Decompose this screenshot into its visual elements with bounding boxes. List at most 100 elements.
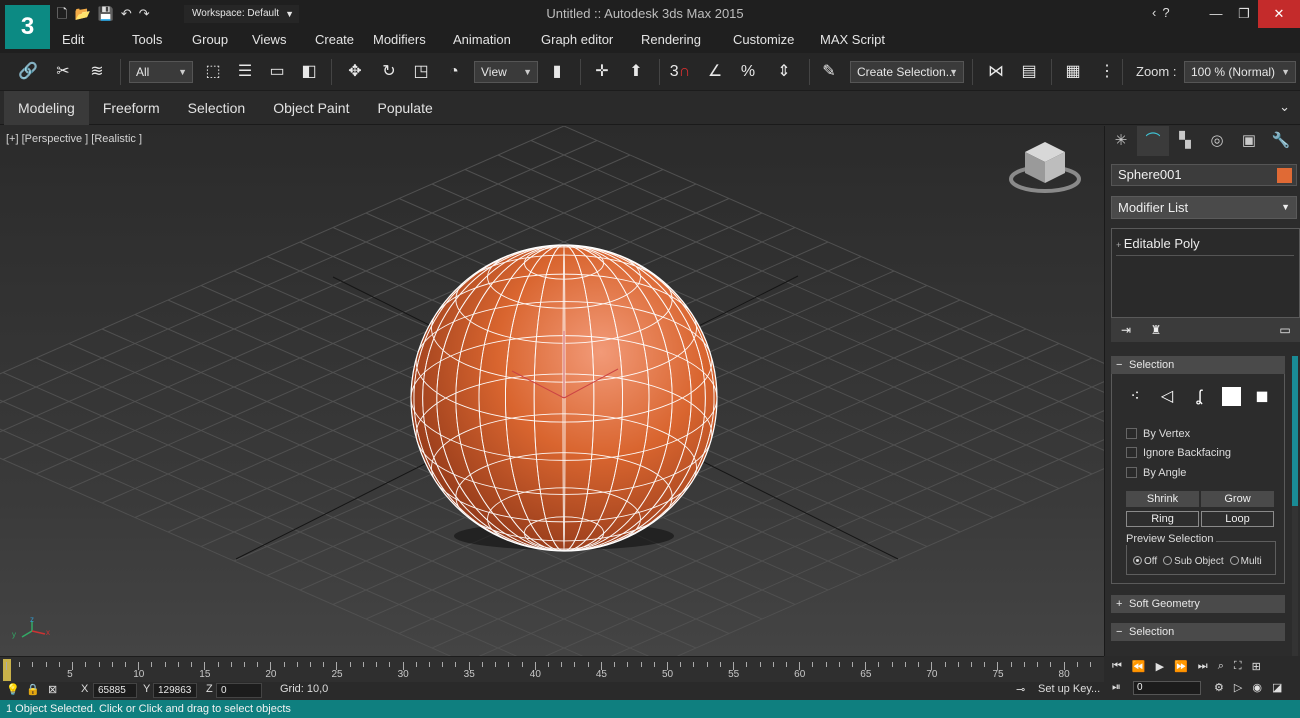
soft-geometry-rollout-header[interactable]: + Soft Geometry bbox=[1111, 595, 1285, 613]
stack-item-editable-poly[interactable]: + Editable Poly bbox=[1116, 236, 1294, 256]
layer-explorer-icon[interactable]: ▦ bbox=[1062, 61, 1084, 83]
pin-stack-icon[interactable]: ⇥ bbox=[1111, 318, 1141, 342]
mirror-icon[interactable]: ⋈ bbox=[985, 61, 1007, 83]
viewport-label[interactable]: [+] [Perspective ] [Realistic ] bbox=[6, 133, 142, 145]
selection-rollout-header-2[interactable]: − Selection bbox=[1111, 623, 1285, 641]
display-tab-icon[interactable]: ▣ bbox=[1233, 126, 1265, 156]
go-to-start-icon[interactable]: ⏮ bbox=[1112, 660, 1122, 673]
keyboard-shortcut-override-icon[interactable]: ⬆ bbox=[625, 61, 647, 83]
snaps-toggle-icon[interactable]: 3∩ bbox=[669, 61, 691, 83]
maximize-viewport-icon[interactable]: ⊞ bbox=[1252, 660, 1261, 673]
menu-modifiers[interactable]: Modifiers bbox=[373, 32, 453, 47]
link-icon[interactable]: 🔗 bbox=[17, 61, 39, 83]
ribbon-collapse-icon[interactable]: ⌄ bbox=[1279, 99, 1290, 115]
time-config-icon[interactable]: ⚙ bbox=[1214, 681, 1224, 694]
tab-populate[interactable]: Populate bbox=[363, 91, 446, 125]
select-manipulate-icon[interactable]: ✛ bbox=[591, 61, 613, 83]
pan-icon[interactable]: ◪ bbox=[1272, 681, 1282, 694]
show-end-result-icon[interactable]: ♜ bbox=[1141, 318, 1171, 342]
polygon-icon[interactable] bbox=[1222, 387, 1241, 406]
key-mode-icon[interactable]: ⏯ bbox=[1112, 681, 1121, 694]
orbit-icon[interactable]: ◉ bbox=[1252, 681, 1262, 694]
open-file-icon[interactable]: 📂 bbox=[74, 6, 90, 22]
element-icon[interactable]: ◼ bbox=[1251, 386, 1273, 408]
minimize-button[interactable]: — bbox=[1202, 0, 1230, 28]
undo-icon[interactable]: ↶ bbox=[121, 6, 132, 22]
utilities-tab-icon[interactable]: 🔧 bbox=[1265, 126, 1297, 156]
tab-object-paint[interactable]: Object Paint bbox=[259, 91, 363, 125]
reference-coordinate-dropdown[interactable]: View ▼ bbox=[474, 61, 538, 83]
new-file-icon[interactable]: 🗋 bbox=[57, 6, 67, 22]
menu-views[interactable]: Views bbox=[252, 32, 315, 47]
move-icon[interactable]: ✥ bbox=[344, 61, 366, 83]
zoom-extents-icon[interactable]: ⌕ bbox=[1218, 660, 1224, 673]
close-button[interactable]: ✕ bbox=[1258, 0, 1300, 28]
object-color-swatch[interactable] bbox=[1277, 168, 1292, 183]
window-crossing-icon[interactable]: ◧ bbox=[298, 61, 320, 83]
scrollbar-thumb[interactable] bbox=[1292, 356, 1298, 506]
save-icon[interactable]: 💾 bbox=[98, 6, 114, 22]
lightbulb-icon[interactable]: 💡 bbox=[6, 683, 20, 696]
play-icon[interactable]: ▶ bbox=[1156, 660, 1164, 673]
menu-create[interactable]: Create bbox=[315, 32, 373, 47]
place-icon[interactable]: ◔ bbox=[443, 61, 465, 83]
back-icon[interactable]: ‹ bbox=[1152, 5, 1156, 20]
bind-space-warp-icon[interactable]: ≋ bbox=[86, 61, 108, 83]
configure-modifier-sets-icon[interactable]: ▭ bbox=[1270, 318, 1300, 342]
rotate-icon[interactable]: ↻ bbox=[378, 61, 400, 83]
x-coordinate-field[interactable]: 65885 bbox=[93, 683, 137, 698]
menu-tools[interactable]: Tools bbox=[132, 32, 192, 47]
spinner-snap-icon[interactable]: ⇕ bbox=[773, 61, 795, 83]
go-to-end-icon[interactable]: ⏭ bbox=[1198, 660, 1208, 673]
selection-filter-dropdown[interactable]: All ▼ bbox=[129, 61, 193, 83]
zoom-dropdown[interactable]: 100 % (Normal) ▼ bbox=[1184, 61, 1296, 83]
hierarchy-tab-icon[interactable]: ▚ bbox=[1169, 126, 1201, 156]
ignore-backfacing-checkbox[interactable]: Ignore Backfacing bbox=[1126, 447, 1231, 459]
previous-frame-icon[interactable]: ⏪ bbox=[1132, 660, 1146, 673]
edit-named-selections-icon[interactable]: ✎ bbox=[818, 61, 840, 83]
preview-subobject-radio[interactable]: Sub Object bbox=[1163, 556, 1224, 567]
tab-modeling[interactable]: Modeling bbox=[4, 91, 89, 125]
menu-group[interactable]: Group bbox=[192, 32, 252, 47]
shrink-button[interactable]: Shrink bbox=[1126, 491, 1199, 507]
menu-rendering[interactable]: Rendering bbox=[641, 32, 733, 47]
object-name-field[interactable]: Sphere001 bbox=[1111, 164, 1297, 186]
command-panel-scrollbar[interactable] bbox=[1292, 356, 1298, 656]
menu-max-script[interactable]: MAX Script bbox=[820, 32, 910, 47]
menu-graph-editor[interactable]: Graph editor bbox=[541, 32, 641, 47]
by-angle-checkbox[interactable]: By Angle bbox=[1126, 467, 1186, 479]
help-icon[interactable]: ? bbox=[1162, 5, 1169, 20]
lock-icon[interactable]: 🔒 bbox=[26, 683, 40, 696]
unlink-icon[interactable]: ✂ bbox=[52, 61, 74, 83]
perspective-viewport[interactable]: [+] [Perspective ] [Realistic ] z y x bbox=[0, 126, 1104, 656]
field-of-view-icon[interactable]: ▷ bbox=[1234, 681, 1242, 694]
select-object-icon[interactable]: ⬚ bbox=[202, 61, 224, 83]
rectangular-selection-icon[interactable]: ▭ bbox=[266, 61, 288, 83]
time-slider[interactable]: 5 10 15 20 25 30 35 40 45 50 55 60 65 70 75 80 bbox=[0, 656, 1104, 682]
redo-icon[interactable]: ↷ bbox=[139, 6, 150, 22]
time-slider-thumb[interactable] bbox=[3, 659, 11, 681]
grow-button[interactable]: Grow bbox=[1201, 491, 1274, 507]
y-coordinate-field[interactable]: 129863 bbox=[153, 683, 197, 698]
key-icon[interactable]: ⊸ bbox=[1016, 683, 1025, 696]
loop-button[interactable]: Loop bbox=[1201, 511, 1274, 527]
align-icon[interactable]: ▤ bbox=[1018, 61, 1040, 83]
tab-freeform[interactable]: Freeform bbox=[89, 91, 174, 125]
preview-multi-radio[interactable]: Multi bbox=[1229, 556, 1262, 567]
scale-icon[interactable]: ◳ bbox=[410, 61, 432, 83]
tab-selection[interactable]: Selection bbox=[174, 91, 260, 125]
z-coordinate-field[interactable]: 0 bbox=[216, 683, 262, 698]
border-icon[interactable]: ʆ bbox=[1188, 386, 1210, 408]
vertex-icon[interactable]: ⁖ bbox=[1124, 386, 1146, 408]
modify-tab-icon[interactable]: ⌒ bbox=[1137, 126, 1169, 156]
preview-off-radio[interactable]: Off bbox=[1133, 556, 1157, 567]
view-cube[interactable] bbox=[1009, 142, 1081, 193]
modifier-list-dropdown[interactable]: Modifier List ▼ bbox=[1111, 196, 1297, 219]
by-vertex-checkbox[interactable]: By Vertex bbox=[1126, 428, 1190, 440]
select-by-name-icon[interactable]: ☰ bbox=[234, 61, 256, 83]
workspace-dropdown[interactable]: Workspace: Default ▼ bbox=[184, 5, 299, 23]
menu-edit[interactable]: Edit bbox=[62, 32, 132, 47]
zoom-all-icon[interactable]: ⛶ bbox=[1234, 660, 1242, 673]
motion-tab-icon[interactable]: ◎ bbox=[1201, 126, 1233, 156]
pivot-center-icon[interactable]: ▮ bbox=[546, 61, 568, 83]
